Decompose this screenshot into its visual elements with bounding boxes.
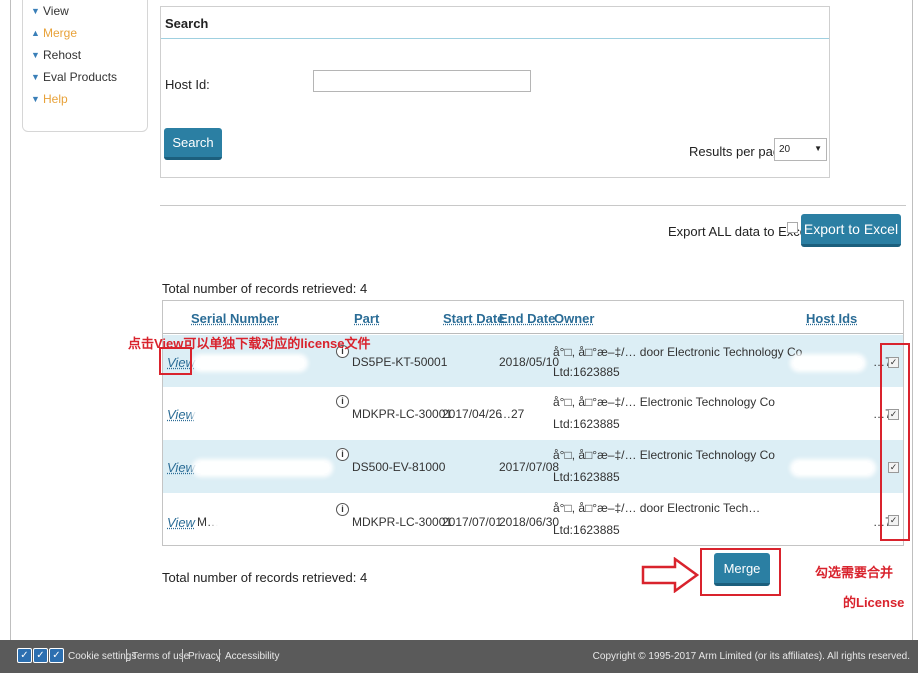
dropdown-arrow-icon: ▼ [814,144,822,153]
sidebar-item-eval-products[interactable]: ▼ Eval Products [31,70,117,84]
sidebar-nav: ▼ View ▲ Merge ▼ Rehost ▼ Eval Products … [22,0,148,132]
owner-cell: å°□, å□°æ–‡/… Electronic Technology Co [553,395,775,409]
arrow-right-icon [641,557,699,593]
end-date-cell: 2018/06/30 [499,515,560,529]
redaction-blur [195,462,330,474]
section-divider [160,205,906,206]
owner-cell: å°□, å□°æ–‡/… door Electronic Tech… [553,501,761,515]
header-serial-number[interactable]: Serial Number [191,311,279,326]
host-id-label: Host Id: [165,77,210,92]
sidebar-item-label: Eval Products [43,70,118,84]
footer-separator [126,649,127,662]
sidebar-item-rehost[interactable]: ▼ Rehost [31,48,81,62]
results-per-page-value: 20 [779,144,791,155]
sidebar-item-label: Rehost [43,48,82,62]
redaction-blur [195,409,330,421]
search-panel: Search Host Id: Search Results per page:… [160,6,830,178]
select-annotation-line2: 的License [843,595,905,610]
footer-separator [182,649,183,662]
table-row: View M… i MDKPR-LC-30001 2017/07/01 2018… [163,493,903,545]
page-left-border [10,0,11,640]
start-date-cell: 2017/07/01 [442,515,503,529]
header-end-date[interactable]: End Date [499,311,555,326]
header-owner[interactable]: Owner [554,311,594,326]
info-icon[interactable]: i [336,448,349,461]
checkbox-column-highlight-box [880,343,910,541]
total-records-top: Total number of records retrieved: 4 [162,281,368,296]
check-badge-icon: ✓ [49,648,64,663]
table-header: Serial Number Part Start Date End Date O… [163,301,903,334]
header-host-ids[interactable]: Host Ids [806,311,857,326]
redaction-blur [793,462,873,474]
select-annotation-line1: 勾选需要合并 [815,565,894,580]
owner-cell-line2: Ltd:1623885 [553,470,620,484]
chevron-down-icon: ▼ [31,94,40,104]
merge-button[interactable]: Merge [714,553,770,586]
search-panel-title: Search [161,7,829,39]
owner-cell-line2: Ltd:1623885 [553,523,620,537]
footer-separator [219,649,220,662]
redaction-blur [793,357,863,369]
table-row: View i MDKPR-LC-30001 2017/04/26 …27 å°□… [163,387,903,440]
chevron-down-icon: ▼ [31,6,40,16]
page-right-border [912,0,913,640]
sidebar-item-help[interactable]: ▼ Help [31,92,68,106]
owner-cell: å°□, å□°æ–‡/… door Electronic Technology… [553,345,803,359]
total-records-bottom: Total number of records retrieved: 4 [162,570,368,585]
redaction-blur [195,357,305,369]
view-link[interactable]: View [167,515,195,530]
sidebar-item-view[interactable]: ▼ View [31,4,69,18]
owner-cell-line2: Ltd:1623885 [553,417,620,431]
header-start-date[interactable]: Start Date [443,311,504,326]
redaction-blur [215,517,325,529]
table-row: View i DS500-EV-81000 2017/07/08 å°□, å□… [163,440,903,493]
owner-cell-line2: Ltd:1623885 [553,365,620,379]
owner-cell: å°□, å□°æ–‡/… Electronic Technology Co [553,448,775,462]
start-date-cell: 2017/04/26 [442,407,503,421]
header-part[interactable]: Part [354,311,379,326]
footer-link-terms-of-use[interactable]: Terms of use [132,651,189,662]
sidebar-item-merge[interactable]: ▲ Merge [31,26,77,40]
part-cell: DS500-EV-81000 [352,460,446,474]
view-highlight-box [159,347,192,375]
sidebar-item-label: View [43,4,69,18]
chevron-down-icon: ▼ [31,50,40,60]
chevron-down-icon: ▼ [31,72,40,82]
end-date-cell: 2018/05/10 [499,355,560,369]
part-cell: MDKPR-LC-30001 [352,515,453,529]
copyright-text: Copyright © 1995-2017 Arm Limited (or it… [592,651,910,662]
sidebar-item-label: Merge [43,26,78,40]
results-per-page-select[interactable]: 20 ▼ [774,138,827,161]
end-date-cell: …27 [499,407,525,421]
page-footer: ✓ ✓ ✓ Cookie settings Terms of use Priva… [0,640,918,673]
view-link[interactable]: View [167,407,195,422]
sidebar-item-label: Help [43,92,68,106]
host-id-input[interactable] [313,70,531,92]
footer-link-privacy[interactable]: Privacy [188,651,221,662]
part-cell: MDKPR-LC-30001 [352,407,453,421]
redaction-blur [793,409,863,421]
chevron-up-icon: ▲ [31,28,40,38]
search-button[interactable]: Search [164,128,222,160]
part-cell: DS5PE-KT-50001 [352,355,448,369]
end-date-cell: 2017/07/08 [499,460,560,474]
redaction-blur [793,517,863,529]
export-all-checkbox[interactable] [787,222,798,233]
info-icon[interactable]: i [336,395,349,408]
info-icon[interactable]: i [336,503,349,516]
check-badge-icon: ✓ [33,648,48,663]
check-badge-icon: ✓ [17,648,32,663]
footer-link-accessibility[interactable]: Accessibility [225,651,279,662]
view-link[interactable]: View [167,460,195,475]
export-to-excel-button[interactable]: Export to Excel [801,214,901,247]
